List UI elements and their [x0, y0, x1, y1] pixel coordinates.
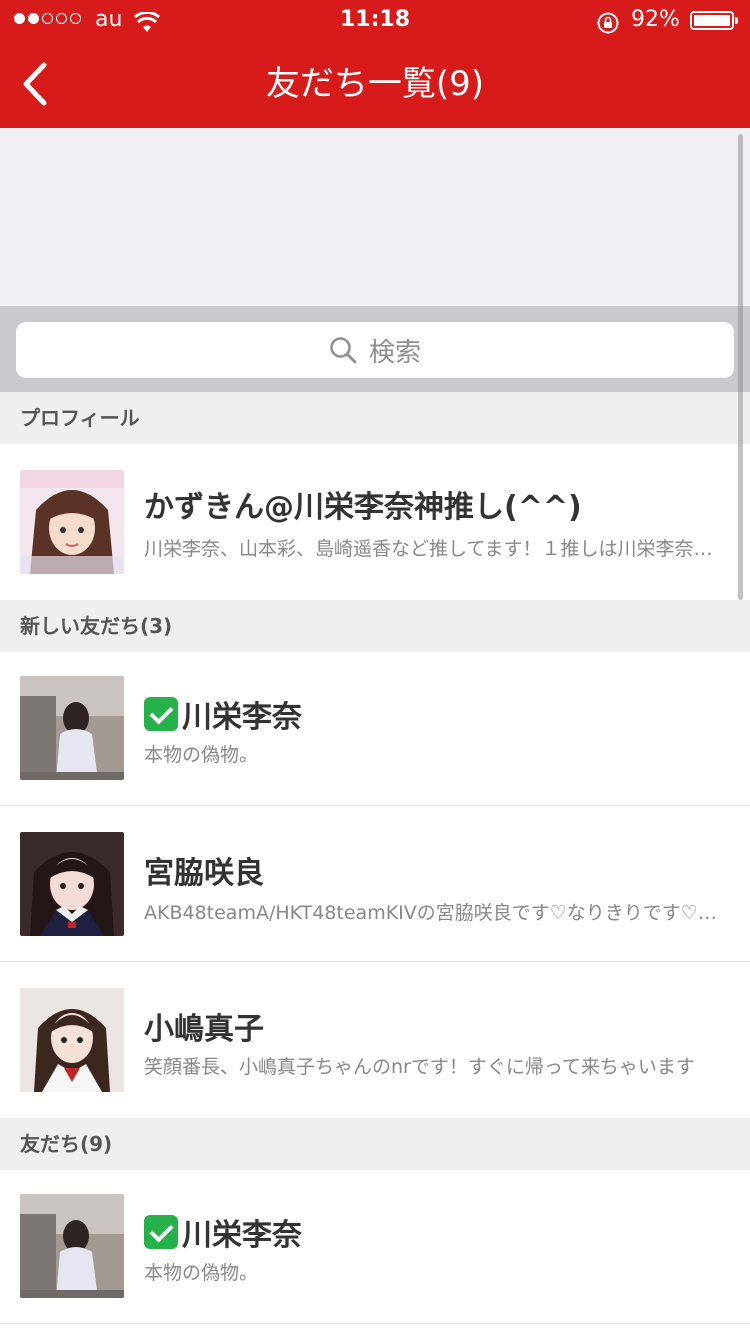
verified-check-icon — [144, 1215, 178, 1249]
battery-percent: 92% — [631, 7, 680, 32]
friend-name: 小嶋真子 — [144, 1012, 264, 1047]
avatar — [20, 1194, 124, 1298]
search-input[interactable]: 検索 — [16, 322, 734, 378]
avatar — [20, 988, 124, 1092]
friend-status: 本物の偽物。 — [144, 744, 259, 766]
search-placeholder: 検索 — [368, 337, 421, 368]
navigation-bar: 友だち一覧(9) — [0, 40, 750, 128]
avatar — [20, 470, 124, 574]
profile-row[interactable]: かずきん@川栄李奈神推し(^^) 川栄李奈、山本彩、島崎遥香など推してます！１推… — [0, 444, 750, 600]
banner-area — [0, 128, 750, 306]
profile-status: 川栄李奈、山本彩、島崎遥香など推してます！１推しは川栄李奈です！(^^) — [144, 538, 724, 560]
status-bar: au 11:18 92% — [0, 0, 750, 40]
section-header-profile: プロフィール — [0, 392, 750, 444]
section-header-new-friends: 新しい友だち(3) — [0, 600, 750, 652]
verified-check-icon — [144, 697, 178, 731]
avatar — [20, 832, 124, 936]
profile-name: かずきん@川栄李奈神推し(^^) — [144, 490, 582, 525]
list-item[interactable]: 川栄李奈 本物の偽物。 — [0, 652, 750, 806]
friend-name: 宮脇咲良 — [144, 856, 264, 891]
avatar — [20, 676, 124, 780]
list-item[interactable]: 小嶋真子 笑顔番長、小嶋真子ちゃんのnrです！すぐに帰って来ちゃいます — [0, 962, 750, 1118]
list-item[interactable]: 川栄李奈 本物の偽物。 — [0, 1170, 750, 1324]
scrollbar[interactable] — [738, 134, 743, 600]
friend-status: 笑顔番長、小嶋真子ちゃんのnrです！すぐに帰って来ちゃいます — [144, 1056, 695, 1078]
page-title: 友だち一覧(9) — [265, 64, 485, 104]
friend-status: AKB48teamA/HKT48teamKIVの宮脇咲良です♡なりきりです♡よろ… — [144, 902, 724, 924]
friend-name: 川栄李奈 — [144, 692, 302, 736]
friend-status: 本物の偽物。 — [144, 1262, 259, 1284]
battery-icon — [690, 11, 738, 30]
search-icon — [330, 337, 357, 364]
section-header-friends: 友だち(9) — [0, 1118, 750, 1170]
friend-name: 川栄李奈 — [144, 1210, 302, 1254]
list-item[interactable]: 宮脇咲良 AKB48teamA/HKT48teamKIVの宮脇咲良です♡なりきり… — [0, 806, 750, 962]
header: au 11:18 92% 友だち一覧(9) — [0, 0, 750, 128]
search-bar: 検索 — [0, 306, 750, 392]
